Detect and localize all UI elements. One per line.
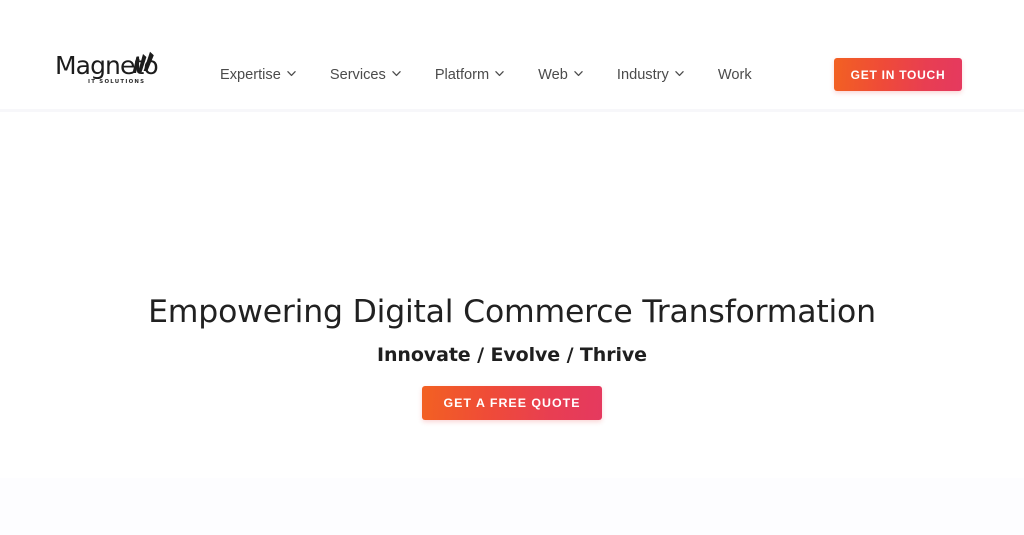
nav-item-label: Industry	[616, 67, 669, 83]
chevron-down-icon	[392, 69, 401, 78]
site-logo[interactable]: Magneto IT SOLUTIONS	[55, 51, 205, 95]
logo-tagline: IT SOLUTIONS	[88, 79, 146, 85]
landing-page: Magneto IT SOLUTIONS Expertise Services …	[0, 0, 1024, 535]
magneto-swoosh-icon	[122, 51, 156, 79]
chevron-down-icon	[495, 69, 504, 78]
hero-cta-container: GET A FREE QUOTE	[0, 386, 1024, 420]
site-header: Magneto IT SOLUTIONS Expertise Services …	[0, 0, 1024, 109]
nav-item-expertise[interactable]: Expertise	[214, 62, 313, 88]
nav-item-services[interactable]: Services	[313, 62, 418, 88]
nav-item-label: Expertise	[220, 67, 281, 83]
nav-item-web[interactable]: Web	[521, 62, 600, 88]
primary-navigation: Expertise Services Platform Web Industry…	[214, 62, 769, 88]
nav-item-label: Web	[538, 67, 568, 83]
chevron-down-icon	[574, 69, 583, 78]
nav-item-label: Platform	[434, 67, 490, 83]
nav-item-label: Work	[717, 67, 752, 83]
nav-item-industry[interactable]: Industry	[600, 62, 701, 88]
hero-title: Empowering Digital Commerce Transformati…	[148, 294, 876, 330]
hero-section: Empowering Digital Commerce Transformati…	[0, 112, 1024, 478]
page-bottom-band	[0, 478, 1024, 535]
chevron-down-icon	[287, 69, 296, 78]
get-a-free-quote-button[interactable]: GET A FREE QUOTE	[422, 386, 602, 420]
chevron-down-icon	[675, 69, 684, 78]
get-in-touch-button[interactable]: GET IN TOUCH	[834, 58, 962, 91]
hero-subtitle: Innovate / Evolve / Thrive	[377, 344, 647, 366]
nav-item-platform[interactable]: Platform	[418, 62, 521, 88]
nav-item-work[interactable]: Work	[701, 62, 769, 88]
nav-item-label: Services	[329, 67, 386, 83]
